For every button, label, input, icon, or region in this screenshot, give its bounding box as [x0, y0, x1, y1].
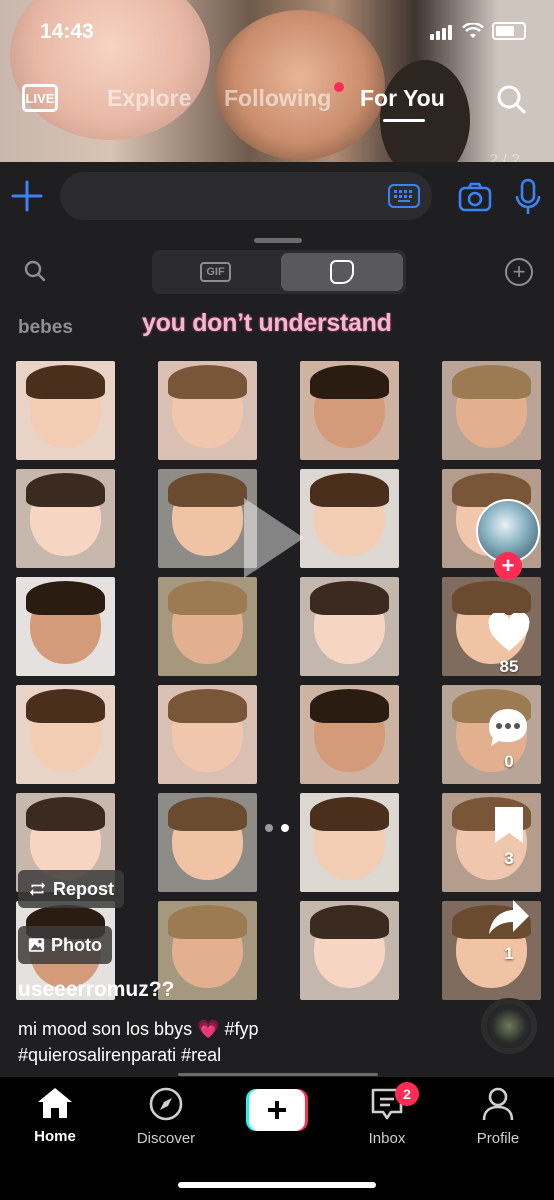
- status-time: 14:43: [40, 20, 94, 43]
- bookmark-icon[interactable]: [492, 805, 526, 845]
- message-input[interactable]: [60, 172, 432, 220]
- signal-icon: [430, 22, 454, 40]
- play-icon[interactable]: [244, 498, 304, 578]
- sticker-item[interactable]: [158, 469, 257, 568]
- sticker-section-label: bebes: [18, 317, 73, 338]
- sticker-item[interactable]: [16, 469, 115, 568]
- carousel-dots: [265, 819, 297, 837]
- heart-icon[interactable]: [487, 613, 531, 653]
- follow-plus-button[interactable]: +: [494, 552, 522, 580]
- repost-button[interactable]: Repost: [18, 870, 124, 908]
- keyboard-icon[interactable]: [388, 184, 420, 208]
- nav-discover[interactable]: Discover: [126, 1086, 206, 1147]
- create-plus-icon[interactable]: [246, 1089, 308, 1131]
- sticker-item[interactable]: [300, 901, 399, 1000]
- sticker-item[interactable]: [16, 577, 115, 676]
- active-tab-underline: [383, 119, 425, 122]
- search-icon[interactable]: [24, 260, 46, 282]
- tab-following[interactable]: Following: [224, 85, 331, 112]
- panel-drag-handle[interactable]: [254, 238, 302, 243]
- nav-home[interactable]: Home: [15, 1086, 95, 1145]
- sticker-item[interactable]: [300, 793, 399, 892]
- post-username[interactable]: useeerromuz??: [18, 978, 174, 1002]
- plus-icon[interactable]: [10, 176, 44, 216]
- comment-count: 0: [504, 752, 514, 771]
- photo-icon: [28, 938, 45, 952]
- segment-sticker[interactable]: [281, 253, 403, 291]
- home-icon: [38, 1088, 72, 1118]
- sticker-item[interactable]: [158, 577, 257, 676]
- carousel-dot: [265, 824, 273, 832]
- share-icon[interactable]: [487, 898, 531, 938]
- bookmark-count: 3: [504, 849, 514, 868]
- sticker-item[interactable]: [16, 685, 115, 784]
- add-circle-icon[interactable]: +: [505, 258, 533, 286]
- sticker-item[interactable]: [158, 793, 257, 892]
- photo-progress-bar[interactable]: [178, 1073, 378, 1076]
- compass-icon: [149, 1087, 183, 1121]
- tab-for-you[interactable]: For You: [360, 85, 445, 112]
- sticker-item[interactable]: [300, 361, 399, 460]
- profile-icon: [482, 1087, 514, 1121]
- segment-gif[interactable]: GIF: [152, 250, 279, 294]
- sticker-item[interactable]: [158, 361, 257, 460]
- home-indicator: [178, 1182, 376, 1188]
- post-description: mi mood son los bbys 💗 #fyp #quierosalir…: [18, 1016, 259, 1068]
- sticker-item[interactable]: [300, 577, 399, 676]
- sticker-item[interactable]: [300, 685, 399, 784]
- wifi-icon: [462, 23, 484, 38]
- sticker-item[interactable]: [16, 361, 115, 460]
- carousel-dot: [281, 824, 289, 832]
- battery-icon: [492, 22, 526, 40]
- repost-icon: [29, 882, 46, 896]
- status-icons: [430, 22, 526, 40]
- overlay-caption: you don’t understand: [142, 309, 392, 337]
- microphone-icon[interactable]: [515, 178, 541, 216]
- nav-profile[interactable]: Profile: [458, 1086, 538, 1147]
- comment-icon[interactable]: [487, 707, 529, 749]
- photo-label: Photo: [51, 934, 102, 955]
- music-disc[interactable]: [481, 998, 537, 1054]
- description-line-2[interactable]: #quierosalirenparati #real: [18, 1042, 259, 1068]
- sticker-item[interactable]: [300, 469, 399, 568]
- sticker-icon: [330, 260, 354, 284]
- inbox-badge: 2: [395, 1082, 419, 1106]
- repost-label: Repost: [52, 878, 114, 899]
- like-count: 85: [499, 657, 519, 676]
- live-indicator-dot: [334, 82, 344, 92]
- sticker-item[interactable]: [158, 685, 257, 784]
- share-count: 1: [504, 944, 514, 963]
- tab-explore[interactable]: Explore: [107, 85, 191, 112]
- photo-mode-button[interactable]: Photo: [18, 926, 112, 964]
- search-icon[interactable]: [496, 84, 526, 114]
- sticker-item[interactable]: [442, 361, 541, 460]
- live-icon[interactable]: LIVE: [22, 84, 58, 112]
- camera-icon[interactable]: [458, 180, 492, 214]
- description-line-1: mi mood son los bbys 💗 #fyp: [18, 1019, 259, 1039]
